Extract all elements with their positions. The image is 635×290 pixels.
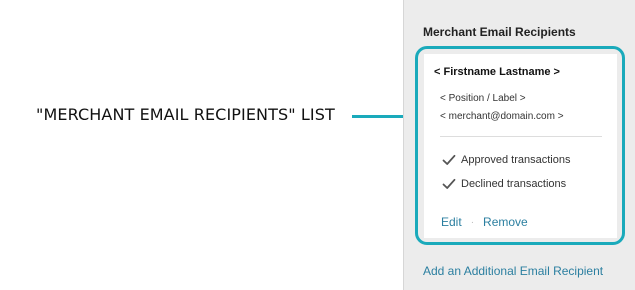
merchant-email-recipients-panel: Merchant Email Recipients < Firstname La… [403,0,635,290]
panel-title: Merchant Email Recipients [423,25,576,39]
callout-label: "MERCHANT EMAIL RECIPIENTS" LIST [36,105,335,124]
callout-highlight-frame [415,46,625,245]
screenshot-stage: "MERCHANT EMAIL RECIPIENTS" LIST Merchan… [0,0,635,290]
add-email-recipient-link[interactable]: Add an Additional Email Recipient [423,264,603,278]
